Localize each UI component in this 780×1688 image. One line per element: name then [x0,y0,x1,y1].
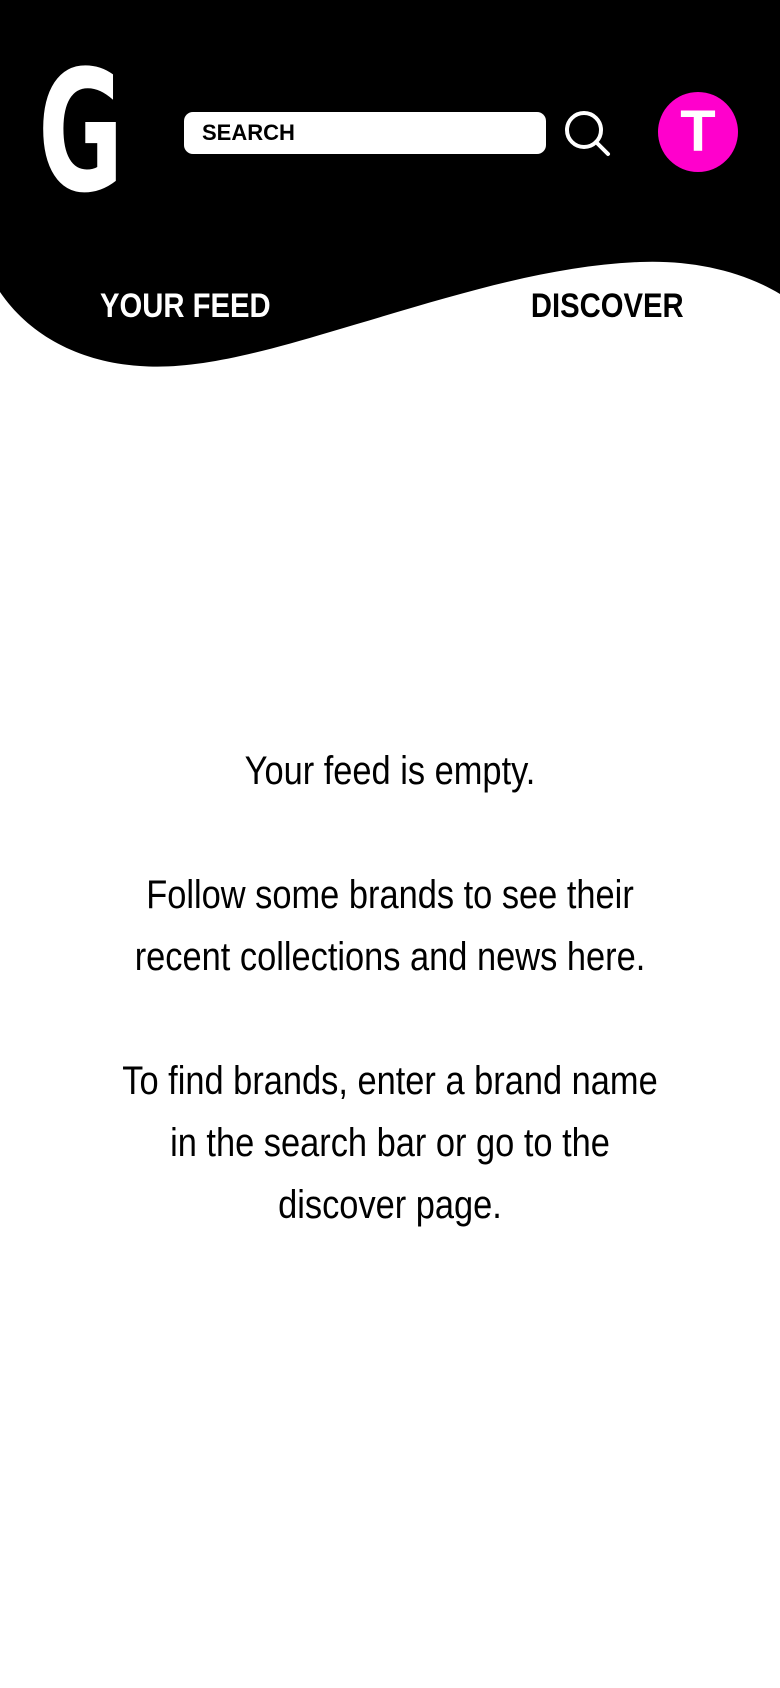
empty-feed-search-hint: To find brands, enter a brand name in th… [122,1059,658,1227]
search-icon [565,111,610,156]
search-input[interactable] [184,112,546,154]
empty-feed-follow-hint: Follow some brands to see their recent c… [134,873,646,979]
empty-feed-message: Your feed is empty. Follow some brands t… [60,740,720,1298]
app-logo[interactable]: G [38,48,124,216]
user-avatar[interactable]: T [658,92,738,172]
tab-your-feed[interactable]: YOUR FEED [100,282,271,330]
tab-discover[interactable]: DISCOVER [531,282,684,330]
search-button[interactable] [562,108,614,160]
empty-feed-title: Your feed is empty. [244,749,536,793]
feed-page: G T YOUR FEED DISCOVER Your feed is empt… [0,0,780,1688]
